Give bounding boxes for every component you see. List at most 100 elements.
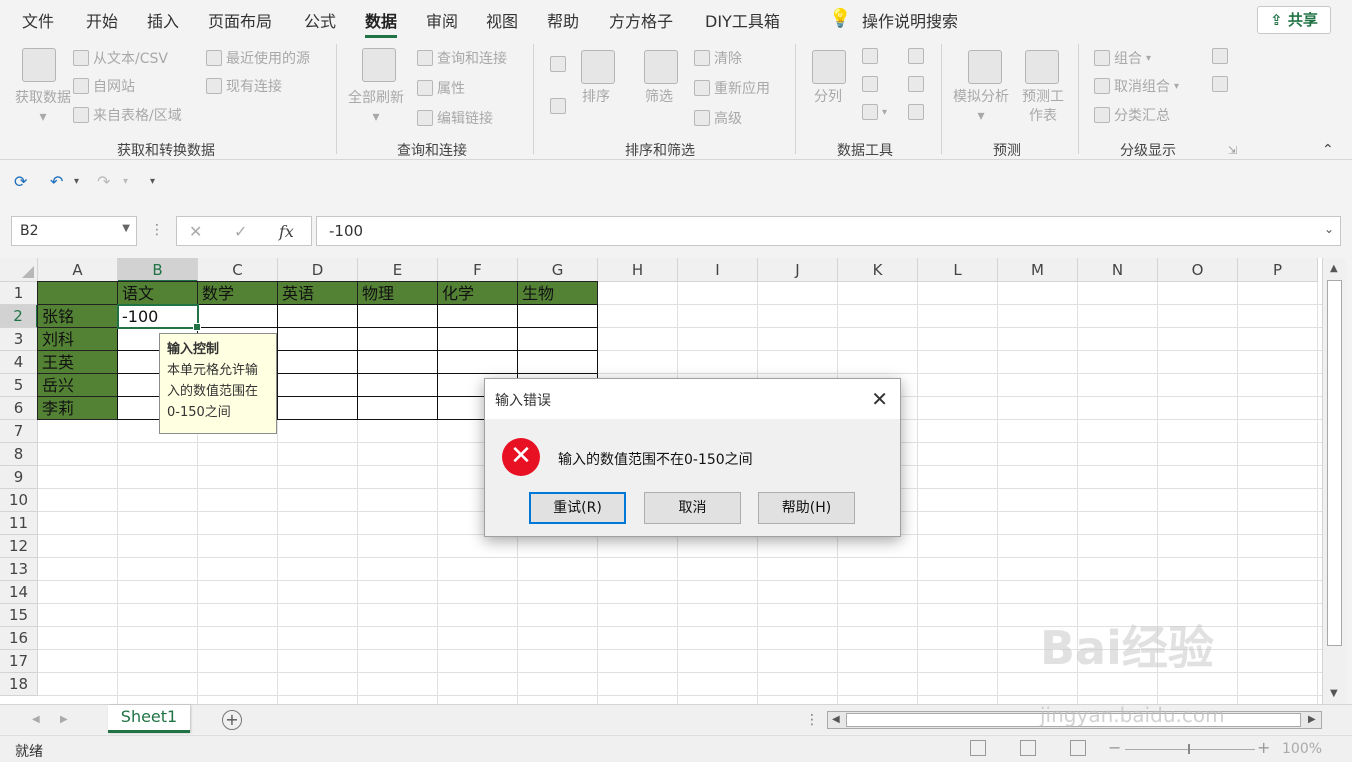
sheet-tab-sheet1[interactable]: Sheet1 [108, 705, 190, 733]
zoom-in-icon[interactable]: + [1257, 738, 1270, 757]
prev-sheet-icon[interactable]: ◀ [32, 714, 40, 725]
cell-a4[interactable]: 王英 [37, 350, 118, 374]
cell-e6[interactable] [357, 396, 438, 420]
insert-function-icon[interactable]: fx [279, 222, 294, 241]
row-header-1[interactable]: 1 [0, 282, 38, 305]
tab-file[interactable]: 文件 [22, 8, 54, 32]
next-sheet-icon[interactable]: ▶ [60, 714, 68, 725]
cell-g1[interactable]: 生物 [517, 281, 598, 305]
cell-f1[interactable]: 化学 [437, 281, 518, 305]
expand-formula-icon[interactable]: ⌄ [1324, 222, 1334, 236]
select-all-corner[interactable] [0, 258, 38, 282]
undo-dropdown-icon[interactable]: ▾ [74, 176, 79, 187]
data-model-icon[interactable] [908, 104, 924, 120]
cell-a6[interactable]: 李莉 [37, 396, 118, 420]
cell-g4[interactable] [517, 350, 598, 374]
column-header-k[interactable]: K [838, 258, 918, 282]
vertical-scrollbar[interactable]: ▲ ▼ [1322, 258, 1346, 704]
cell-e3[interactable] [357, 327, 438, 351]
column-header-l[interactable]: L [918, 258, 998, 282]
column-header-a[interactable]: A [38, 258, 118, 282]
tab-split-grip-icon[interactable]: ⋮ [805, 712, 819, 728]
customize-qat-icon[interactable]: ▾ [150, 176, 155, 187]
relationships-icon[interactable] [908, 76, 924, 92]
tab-view[interactable]: 视图 [486, 8, 518, 32]
cancel-button[interactable]: 取消 [644, 492, 741, 524]
existing-connections-button[interactable]: 现有连接 [206, 76, 282, 96]
row-header-7[interactable]: 7 [0, 420, 38, 443]
scroll-right-icon[interactable]: ▶ [1308, 714, 1316, 725]
cell-a5[interactable]: 岳兴 [37, 373, 118, 397]
clear-filter-button[interactable]: 清除 [694, 48, 742, 68]
row-header-3[interactable]: 3 [0, 328, 38, 351]
ungroup-button[interactable]: 取消组合 ▾ [1094, 76, 1179, 96]
tab-home[interactable]: 开始 [86, 8, 118, 32]
data-validation-icon[interactable]: ▾ [862, 104, 887, 120]
collapse-ribbon-icon[interactable]: ⌃ [1322, 142, 1334, 158]
share-button[interactable]: ⇪ 共享 [1257, 6, 1331, 34]
cell-f2[interactable] [437, 304, 518, 328]
row-header-8[interactable]: 8 [0, 443, 38, 466]
row-header-12[interactable]: 12 [0, 535, 38, 558]
zoom-out-icon[interactable]: − [1108, 738, 1121, 757]
row-header-13[interactable]: 13 [0, 558, 38, 581]
from-web-button[interactable]: 自网站 [73, 76, 135, 96]
scroll-left-icon[interactable]: ◀ [832, 714, 840, 725]
autosave-icon[interactable]: ⟳ [14, 172, 27, 191]
chevron-down-icon[interactable]: ▼ [122, 223, 130, 234]
sort-desc-icon[interactable] [550, 98, 566, 114]
cell-e4[interactable] [357, 350, 438, 374]
column-header-d[interactable]: D [278, 258, 358, 282]
row-header-14[interactable]: 14 [0, 581, 38, 604]
cell-e2[interactable] [357, 304, 438, 328]
cell-d2[interactable] [277, 304, 358, 328]
forecast-sheet-button[interactable]: 预测工作表 [1020, 88, 1066, 126]
cell-a2[interactable]: 张铭 [37, 304, 118, 328]
page-layout-view-icon[interactable] [1020, 740, 1036, 756]
name-box[interactable]: B2 ▼ [11, 216, 137, 246]
cell-f4[interactable] [437, 350, 518, 374]
flash-fill-icon[interactable] [862, 48, 878, 64]
what-if-analysis-button[interactable]: 模拟分析 ▾ [953, 88, 1009, 126]
tab-review[interactable]: 审阅 [426, 8, 458, 32]
cell-a1[interactable] [37, 281, 118, 305]
column-header-i[interactable]: I [678, 258, 758, 282]
row-header-18[interactable]: 18 [0, 673, 38, 696]
from-text-csv-button[interactable]: 从文本/CSV [73, 48, 168, 68]
row-header-4[interactable]: 4 [0, 351, 38, 374]
row-header-15[interactable]: 15 [0, 604, 38, 627]
column-header-e[interactable]: E [358, 258, 438, 282]
column-header-c[interactable]: C [198, 258, 278, 282]
properties-button[interactable]: 属性 [417, 78, 465, 98]
recent-sources-button[interactable]: 最近使用的源 [206, 48, 310, 68]
row-header-10[interactable]: 10 [0, 489, 38, 512]
tab-ffgz[interactable]: 方方格子 [609, 8, 673, 32]
cell-b1[interactable]: 语文 [117, 281, 198, 305]
cell-d6[interactable] [277, 396, 358, 420]
row-header-9[interactable]: 9 [0, 466, 38, 489]
zoom-slider[interactable] [1125, 744, 1255, 754]
column-header-j[interactable]: J [758, 258, 838, 282]
tab-page-layout[interactable]: 页面布局 [208, 8, 272, 32]
row-header-5[interactable]: 5 [0, 374, 38, 397]
retry-button[interactable]: 重试(R) [529, 492, 626, 524]
advanced-filter-button[interactable]: 高级 [694, 108, 742, 128]
row-header-16[interactable]: 16 [0, 627, 38, 650]
cell-d4[interactable] [277, 350, 358, 374]
column-header-p[interactable]: P [1238, 258, 1318, 282]
vertical-scroll-thumb[interactable] [1327, 280, 1342, 646]
row-header-11[interactable]: 11 [0, 512, 38, 535]
formula-input[interactable]: -100 ⌄ [316, 216, 1341, 246]
column-header-h[interactable]: H [598, 258, 678, 282]
remove-duplicates-icon[interactable] [862, 76, 878, 92]
column-header-m[interactable]: M [998, 258, 1078, 282]
close-icon[interactable]: ✕ [871, 387, 888, 411]
dialog-launcher-icon[interactable]: ⇲ [1228, 144, 1237, 157]
refresh-all-button[interactable]: 全部刷新 ▾ [348, 89, 404, 127]
column-header-n[interactable]: N [1078, 258, 1158, 282]
subtotal-button[interactable]: 分类汇总 [1094, 105, 1170, 125]
tab-diy-toolbox[interactable]: DIY工具箱 [705, 8, 780, 32]
row-header-6[interactable]: 6 [0, 397, 38, 420]
zoom-slider-thumb[interactable] [1188, 744, 1190, 754]
column-header-g[interactable]: G [518, 258, 598, 282]
